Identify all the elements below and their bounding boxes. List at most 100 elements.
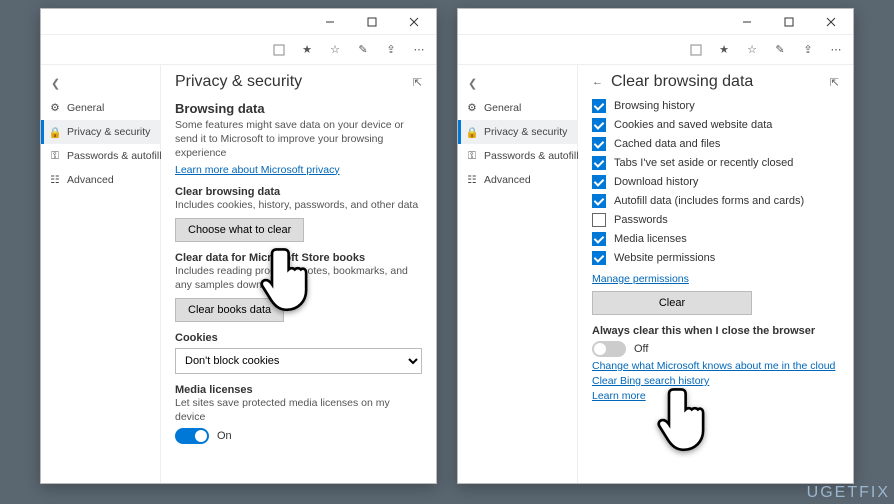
browser-toolbar: ★ ☆ ✎ ⇪ ⋯ xyxy=(41,35,436,65)
checkbox[interactable] xyxy=(592,137,606,151)
checkbox-row[interactable]: Cookies and saved website data xyxy=(592,118,839,132)
sidebar-item-label: Passwords & autofill xyxy=(484,150,579,162)
pin-icon[interactable]: ⇱ xyxy=(830,76,839,89)
favorites-list-icon[interactable]: ☆ xyxy=(745,43,759,57)
gear-icon: ⚙ xyxy=(49,102,61,114)
checkbox[interactable] xyxy=(592,232,606,246)
clear-books-heading: Clear data for Microsoft Store books xyxy=(175,252,422,264)
checkbox-row[interactable]: Tabs I've set aside or recently closed xyxy=(592,156,839,170)
back-chevron-icon[interactable]: ❮ xyxy=(41,71,160,96)
maximize-button[interactable] xyxy=(771,10,807,34)
cookies-heading: Cookies xyxy=(175,332,422,344)
checkbox-label: Download history xyxy=(614,176,698,188)
sidebar-item-advanced[interactable]: ☷ Advanced xyxy=(41,168,160,192)
checkbox-label: Website permissions xyxy=(614,252,715,264)
favorites-list-icon[interactable]: ☆ xyxy=(328,43,342,57)
checkbox-row[interactable]: Website permissions xyxy=(592,251,839,265)
checkbox-label: Tabs I've set aside or recently closed xyxy=(614,157,793,169)
share-icon[interactable]: ⇪ xyxy=(801,43,815,57)
maximize-button[interactable] xyxy=(354,10,390,34)
minimize-button[interactable] xyxy=(312,10,348,34)
manage-permissions-link[interactable]: Manage permissions xyxy=(592,273,689,285)
sidebar-item-general[interactable]: ⚙ General xyxy=(41,96,160,120)
checkbox-row[interactable]: Passwords xyxy=(592,213,839,227)
favorite-star-icon[interactable]: ★ xyxy=(300,43,314,57)
checkbox-label: Browsing history xyxy=(614,100,695,112)
media-heading: Media licenses xyxy=(175,384,422,396)
clear-books-button[interactable]: Clear books data xyxy=(175,298,284,322)
pin-icon[interactable]: ⇱ xyxy=(413,76,422,89)
panel-back-icon[interactable]: ← xyxy=(592,76,603,88)
sidebar-item-label: Privacy & security xyxy=(484,126,567,138)
minimize-button[interactable] xyxy=(729,10,765,34)
gear-icon: ⚙ xyxy=(466,102,478,114)
sidebar-item-advanced[interactable]: ☷ Advanced xyxy=(458,168,577,192)
checkbox[interactable] xyxy=(592,175,606,189)
checkbox-row[interactable]: Download history xyxy=(592,175,839,189)
tab-icon[interactable] xyxy=(272,43,286,57)
settings-sidebar: ❮ ⚙ General 🔒 Privacy & security ⚿ Passw… xyxy=(41,65,161,483)
checkbox[interactable] xyxy=(592,118,606,132)
key-icon: ⚿ xyxy=(466,150,478,162)
clear-button[interactable]: Clear xyxy=(592,291,752,315)
clear-bing-link[interactable]: Clear Bing search history xyxy=(592,375,709,387)
checkbox[interactable] xyxy=(592,251,606,265)
panel-title: Clear browsing data xyxy=(611,73,822,91)
browsing-data-heading: Browsing data xyxy=(175,101,422,116)
notes-icon[interactable]: ✎ xyxy=(356,43,370,57)
edge-settings-window-privacy: ★ ☆ ✎ ⇪ ⋯ ❮ ⚙ General 🔒 Privacy & securi… xyxy=(40,8,437,484)
checkbox-row[interactable]: Cached data and files xyxy=(592,137,839,151)
media-toggle-label: On xyxy=(217,430,232,442)
more-icon[interactable]: ⋯ xyxy=(829,43,843,57)
checkbox[interactable] xyxy=(592,99,606,113)
titlebar xyxy=(41,9,436,35)
checkbox-label: Passwords xyxy=(614,214,668,226)
choose-what-to-clear-button[interactable]: Choose what to clear xyxy=(175,218,304,242)
privacy-panel: Privacy & security ⇱ Browsing data Some … xyxy=(161,65,436,483)
sidebar-item-privacy[interactable]: 🔒 Privacy & security xyxy=(458,120,577,144)
checkbox-label: Cookies and saved website data xyxy=(614,119,772,131)
clear-data-checkbox-list: Browsing history Cookies and saved websit… xyxy=(592,99,839,265)
checkbox-label: Autofill data (includes forms and cards) xyxy=(614,195,804,207)
checkbox[interactable] xyxy=(592,156,606,170)
checkbox[interactable] xyxy=(592,213,606,227)
learn-more-link[interactable]: Learn more xyxy=(592,390,646,402)
sidebar-item-label: General xyxy=(484,102,521,114)
favorite-star-icon[interactable]: ★ xyxy=(717,43,731,57)
lock-icon: 🔒 xyxy=(49,126,61,138)
checkbox-row[interactable]: Autofill data (includes forms and cards) xyxy=(592,194,839,208)
checkbox[interactable] xyxy=(592,194,606,208)
browsing-data-desc: Some features might save data on your de… xyxy=(175,118,422,161)
checkbox-label: Cached data and files xyxy=(614,138,720,150)
more-icon[interactable]: ⋯ xyxy=(412,43,426,57)
sidebar-item-label: Advanced xyxy=(67,174,114,186)
sidebar-item-label: Privacy & security xyxy=(67,126,150,138)
checkbox-row[interactable]: Media licenses xyxy=(592,232,839,246)
back-chevron-icon[interactable]: ❮ xyxy=(458,71,577,96)
media-toggle[interactable] xyxy=(175,428,209,444)
change-microsoft-link[interactable]: Change what Microsoft knows about me in … xyxy=(592,360,835,372)
clear-browsing-panel: ← Clear browsing data ⇱ Browsing history… xyxy=(578,65,853,483)
close-button[interactable] xyxy=(396,10,432,34)
sidebar-item-passwords[interactable]: ⚿ Passwords & autofill xyxy=(41,144,160,168)
checkbox-label: Media licenses xyxy=(614,233,687,245)
clear-browsing-heading: Clear browsing data xyxy=(175,186,422,198)
sidebar-item-general[interactable]: ⚙ General xyxy=(458,96,577,120)
checkbox-row[interactable]: Browsing history xyxy=(592,99,839,113)
tab-icon[interactable] xyxy=(689,43,703,57)
learn-privacy-link[interactable]: Learn more about Microsoft privacy xyxy=(175,164,340,176)
sidebar-item-passwords[interactable]: ⚿ Passwords & autofill xyxy=(458,144,577,168)
close-button[interactable] xyxy=(813,10,849,34)
sidebar-item-privacy[interactable]: 🔒 Privacy & security xyxy=(41,120,160,144)
settings-sidebar: ❮ ⚙ General 🔒 Privacy & security ⚿ Passw… xyxy=(458,65,578,483)
share-icon[interactable]: ⇪ xyxy=(384,43,398,57)
sliders-icon: ☷ xyxy=(466,174,478,186)
notes-icon[interactable]: ✎ xyxy=(773,43,787,57)
clear-browsing-desc: Includes cookies, history, passwords, an… xyxy=(175,198,422,212)
sidebar-item-label: Passwords & autofill xyxy=(67,150,162,162)
panel-title: Privacy & security xyxy=(175,73,405,91)
cookies-select[interactable]: Don't block cookies xyxy=(175,348,422,374)
always-clear-toggle[interactable] xyxy=(592,341,626,357)
lock-icon: 🔒 xyxy=(466,126,478,138)
always-clear-toggle-label: Off xyxy=(634,343,648,355)
